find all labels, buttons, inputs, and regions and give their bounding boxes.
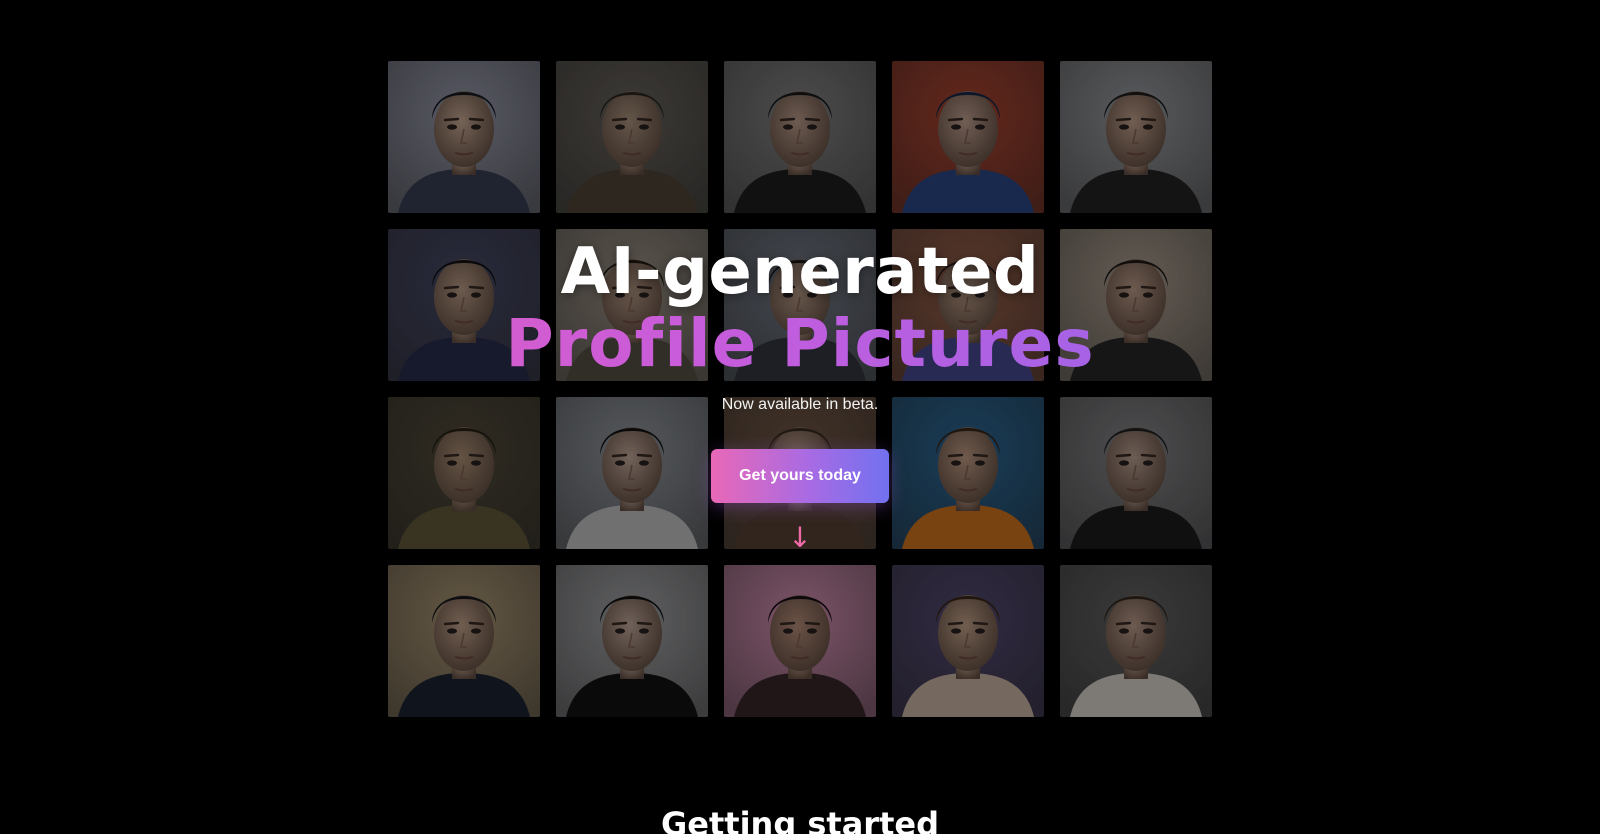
- portrait-tile: [388, 61, 540, 213]
- portrait-tile: [1060, 61, 1212, 213]
- portrait-image: [724, 565, 876, 717]
- portrait-image: [556, 61, 708, 213]
- section-title-getting-started: Getting started: [661, 805, 939, 834]
- portrait-image: [892, 61, 1044, 213]
- get-yours-today-button[interactable]: Get yours today: [711, 449, 889, 503]
- portrait-grid: [388, 61, 1212, 717]
- portrait-tile: [892, 61, 1044, 213]
- arrow-down-icon[interactable]: ↓: [0, 522, 1600, 554]
- hero-title-gradient: Profile Pictures: [0, 308, 1600, 380]
- landing-page: AI-generated Profile Pictures Now availa…: [0, 0, 1600, 834]
- portrait-image: [1060, 565, 1212, 717]
- portrait-tile: [556, 565, 708, 717]
- portrait-image: [724, 61, 876, 213]
- portrait-tile: [556, 61, 708, 213]
- hero-subtitle: Now available in beta.: [721, 396, 879, 413]
- portrait-tile: [388, 565, 540, 717]
- hero-title: AI-generated: [560, 235, 1040, 309]
- portrait-tile: [724, 61, 876, 213]
- portrait-image: [388, 61, 540, 213]
- portrait-tile: [892, 565, 1044, 717]
- portrait-tile: [724, 565, 876, 717]
- portrait-image: [892, 565, 1044, 717]
- portrait-image: [388, 565, 540, 717]
- portrait-image: [1060, 61, 1212, 213]
- portrait-tile: [1060, 565, 1212, 717]
- hero: AI-generated Profile Pictures: [0, 236, 1600, 380]
- portrait-image: [556, 565, 708, 717]
